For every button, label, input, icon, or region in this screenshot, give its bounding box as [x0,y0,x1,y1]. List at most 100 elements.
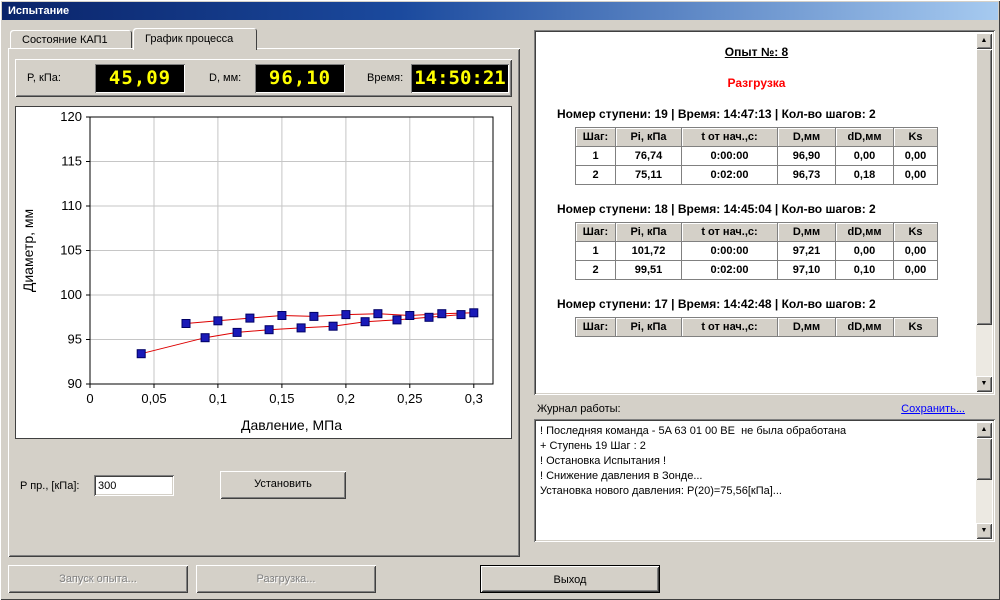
svg-text:115: 115 [61,154,82,169]
stage-table-cell: 0:00:00 [682,147,778,166]
svg-text:0: 0 [86,391,93,406]
svg-text:0,3: 0,3 [465,391,483,406]
stage-table-cell: 97,21 [778,242,836,261]
svg-text:110: 110 [61,198,82,213]
set-pressure-button[interactable]: Установить [220,471,346,499]
svg-text:90: 90 [68,376,82,391]
readout-bar: P, кПа: 45,09 D, мм: 96,10 Время: 14:50:… [15,59,512,97]
svg-text:0,2: 0,2 [337,391,355,406]
pressure-display: 45,09 [95,64,185,93]
stage-table-header-cell: D,мм [778,128,836,147]
experiment-mode: Разгрузка [537,76,976,90]
stage-table-cell: 0,18 [836,166,894,185]
stage-table-header-cell: D,мм [778,318,836,337]
target-pressure-label: P пр., [кПа]: [20,480,79,492]
log-scroll-up-icon[interactable]: ▲ [976,422,992,438]
stage-table-cell: 1 [576,242,616,261]
tab-state-kap1-label: Состояние КАП1 [22,34,108,46]
stage-table-header-cell: Шаг: [576,318,616,337]
time-display: 14:50:21 [411,64,509,93]
exit-button[interactable]: Выход [480,565,660,593]
svg-text:Диаметр, мм: Диаметр, мм [20,209,36,292]
svg-text:0,05: 0,05 [141,391,166,406]
stage-table-header-cell: dD,мм [836,128,894,147]
results-panel: Опыт №: 8 Разгрузка Номер ступени: 19 | … [534,30,995,395]
svg-text:0,15: 0,15 [269,391,294,406]
stage-table-cell: 0,00 [894,261,938,280]
results-scrollbar[interactable]: ▲ ▼ [976,33,992,392]
diameter-display: 96,10 [255,64,345,93]
stage-table-header-cell: t от нач.,с: [682,223,778,242]
stage-table-header-cell: t от нач.,с: [682,318,778,337]
stage-table-row: 299,510:02:0097,100,100,00 [576,261,938,280]
experiment-title: Опыт №: 8 [537,45,976,59]
stage-table: Шаг:Pi, кПаt от нач.,с:D,ммdD,ммKs [575,317,938,337]
stage-table-header-cell: Pi, кПа [616,223,682,242]
log-scrollbar[interactable]: ▲ ▼ [976,422,992,539]
svg-text:100: 100 [60,287,82,302]
stage-table-cell: 99,51 [616,261,682,280]
scroll-down-icon[interactable]: ▼ [976,376,992,392]
svg-text:120: 120 [60,109,82,124]
results-content: Опыт №: 8 Разгрузка Номер ступени: 19 | … [537,33,976,392]
stage-table-header-cell: t от нач.,с: [682,128,778,147]
app-window: Испытание Состояние КАП1 График процесса… [0,0,1000,600]
stage-table-header-cell: Шаг: [576,128,616,147]
svg-text:105: 105 [60,243,82,258]
stage-table-cell: 2 [576,261,616,280]
stage-table: Шаг:Pi, кПаt от нач.,с:D,ммdD,ммKs1101,7… [575,222,938,280]
stage-table-row: 275,110:02:0096,730,180,00 [576,166,938,185]
stage-table-cell: 0,00 [894,166,938,185]
tab-process-chart[interactable]: График процесса [133,28,257,50]
stage-table-header-cell: Pi, кПа [616,128,682,147]
stage-table-cell: 75,11 [616,166,682,185]
pressure-label: P, кПа: [27,72,61,84]
scroll-up-icon[interactable]: ▲ [976,33,992,49]
process-chart: 00,050,10,150,20,250,3909510010511011512… [15,106,512,439]
stage-table-header-cell: Pi, кПа [616,318,682,337]
stage-table-header-row: Шаг:Pi, кПаt от нач.,с:D,ммdD,ммKs [576,223,938,242]
svg-text:0,1: 0,1 [209,391,227,406]
log-scroll-down-icon[interactable]: ▼ [976,523,992,539]
stage-table-row: 176,740:00:0096,900,000,00 [576,147,938,166]
stage-table-cell: 76,74 [616,147,682,166]
stage-table-header-cell: dD,мм [836,223,894,242]
target-pressure-input[interactable] [94,475,174,496]
stage-table-cell: 0:02:00 [682,166,778,185]
unloading-button[interactable]: Разгрузка... [196,565,376,593]
stage-table-cell: 0,00 [836,147,894,166]
set-pressure-button-label: Установить [254,478,312,490]
unloading-button-label: Разгрузка... [257,573,316,585]
diameter-label: D, мм: [209,72,241,84]
stage-table-cell: 2 [576,166,616,185]
tab-state-kap1[interactable]: Состояние КАП1 [10,30,132,50]
svg-text:95: 95 [68,332,82,347]
stage-table-cell: 0:02:00 [682,261,778,280]
stage-table-cell: 101,72 [616,242,682,261]
stage-table: Шаг:Pi, кПаt от нач.,с:D,ммdD,ммKs176,74… [575,127,938,185]
stages-container: Номер ступени: 19 | Время: 14:47:13 | Ко… [537,107,976,337]
save-log-link[interactable]: Сохранить... [901,403,965,415]
stage-table-header-cell: Шаг: [576,223,616,242]
stage-table-header-cell: Ks [894,223,938,242]
stage-table-header-cell: Ks [894,128,938,147]
process-tab-page: P, кПа: 45,09 D, мм: 96,10 Время: 14:50:… [8,48,520,557]
time-label: Время: [367,72,403,84]
stage-table-header-cell: Ks [894,318,938,337]
stage-table-cell: 1 [576,147,616,166]
stage-table-cell: 0,00 [894,242,938,261]
log-text: ! Последняя команда - 5A 63 01 00 BE не … [538,423,975,538]
stage-table-cell: 0,10 [836,261,894,280]
start-experiment-button[interactable]: Запуск опыта... [8,565,188,593]
stage-header: Номер ступени: 18 | Время: 14:45:04 | Ко… [557,202,976,216]
start-experiment-button-label: Запуск опыта... [59,573,137,585]
log-scrollbar-thumb[interactable] [976,438,992,480]
log-box: ! Последняя команда - 5A 63 01 00 BE не … [534,419,995,542]
stage-table-header-cell: dD,мм [836,318,894,337]
stage-table-cell: 0:00:00 [682,242,778,261]
window-title: Испытание [8,5,69,17]
stage-header: Номер ступени: 17 | Время: 14:42:48 | Ко… [557,297,976,311]
exit-button-label: Выход [554,574,587,586]
stage-table-cell: 0,00 [894,147,938,166]
results-scrollbar-thumb[interactable] [976,49,992,325]
